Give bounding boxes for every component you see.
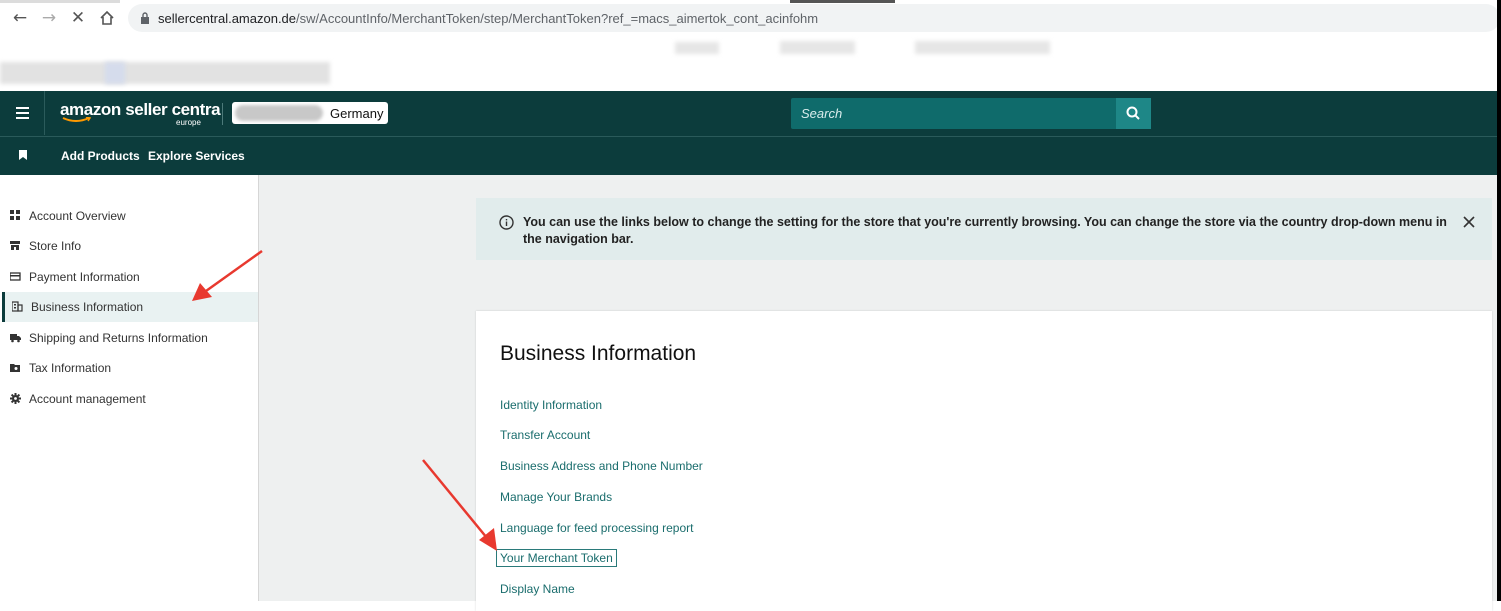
grid-icon [10,210,20,220]
sidebar-item-account-management[interactable]: Account management [2,384,258,414]
sidebar-item-payment-information[interactable]: Payment Information [2,262,258,292]
info-icon [499,215,514,230]
stop-loading-icon[interactable]: ✕ [66,6,90,30]
close-icon[interactable] [1462,215,1476,229]
sidebar-item-label: Shipping and Returns Information [29,331,208,345]
sidebar-item-label: Store Info [29,239,82,253]
business-address-link[interactable]: Business Address and Phone Number [500,459,703,473]
amazon-smile-icon [62,117,92,122]
window-edge [1497,0,1501,601]
display-name-link[interactable]: Display Name [500,582,575,596]
sidebar-item-label: Account management [29,392,146,406]
feed-language-link[interactable]: Language for feed processing report [500,521,693,535]
sidebar-item-label: Account Overview [29,209,126,223]
building-icon [12,301,23,312]
blurred-bookmark [675,42,719,54]
back-icon[interactable]: ← [8,6,32,30]
sidebar-item-account-overview[interactable]: Account Overview [2,201,258,231]
secondary-nav: Add Products Explore Services [0,137,1501,175]
search-button[interactable] [1116,98,1151,129]
manage-brands-link[interactable]: Manage Your Brands [500,490,612,504]
url-path: /sw/AccountInfo/MerchantToken/step/Merch… [296,11,819,26]
identity-information-link[interactable]: Identity Information [500,398,602,412]
sidebar-item-tax-information[interactable]: Tax Information [2,353,258,383]
search-placeholder: Search [801,106,843,121]
sidebar-item-store-info[interactable]: Store Info [2,231,258,261]
bookmark-icon[interactable] [19,150,27,160]
card-icon [10,272,21,281]
forward-icon[interactable]: → [37,6,61,30]
sidebar-item-label: Business Information [31,300,144,314]
blurred-store-name [235,105,323,121]
blurred-bookmark [0,62,330,84]
blurred-bookmark [780,41,855,54]
menu-icon[interactable] [0,91,45,135]
store-icon [10,241,20,250]
address-bar[interactable]: sellercentral.amazon.de/sw/AccountInfo/M… [128,4,1500,32]
card-title: Business Information [500,342,697,365]
transfer-account-link[interactable]: Transfer Account [500,428,590,442]
add-products-link[interactable]: Add Products [61,149,140,163]
main-content: You can use the links below to change th… [259,175,1501,611]
tab-strip [790,0,895,3]
folder-icon [10,364,20,372]
search-input[interactable]: Search [791,98,1116,129]
info-banner-text: You can use the links below to change th… [523,215,1447,246]
home-icon[interactable] [95,6,119,30]
explore-services-link[interactable]: Explore Services [148,149,245,163]
gear-icon [10,393,21,404]
blurred-bookmark [915,41,1050,54]
search-icon [1126,106,1140,120]
merchant-token-link[interactable]: Your Merchant Token [496,549,617,567]
seller-central-header: amazon seller centra europe Germany Sear… [0,91,1501,137]
sidebar-item-shipping-returns[interactable]: Shipping and Returns Information [2,323,258,353]
account-sidebar: Account Overview Store Info Payment Info… [2,175,259,601]
blurred-bookmark [105,62,125,84]
store-country-label: Germany [330,106,384,121]
truck-icon [10,334,21,343]
logo-region-label: europe [176,118,201,127]
business-information-card: Business Information Identity Informatio… [476,311,1492,611]
browser-toolbar: ← → ✕ sellercentral.amazon.de/sw/Account… [0,0,1501,91]
lock-icon [141,12,149,24]
info-banner: You can use the links below to change th… [476,198,1492,260]
sidebar-item-business-information[interactable]: Business Information [2,292,258,322]
sidebar-item-label: Payment Information [29,270,140,284]
header-divider [222,103,223,125]
tab-strip [0,0,120,3]
url-host: sellercentral.amazon.de [158,11,297,26]
url-text[interactable]: sellercentral.amazon.de/sw/AccountInfo/M… [158,11,818,26]
sidebar-item-label: Tax Information [29,361,112,375]
store-country-selector[interactable]: Germany [232,102,388,124]
